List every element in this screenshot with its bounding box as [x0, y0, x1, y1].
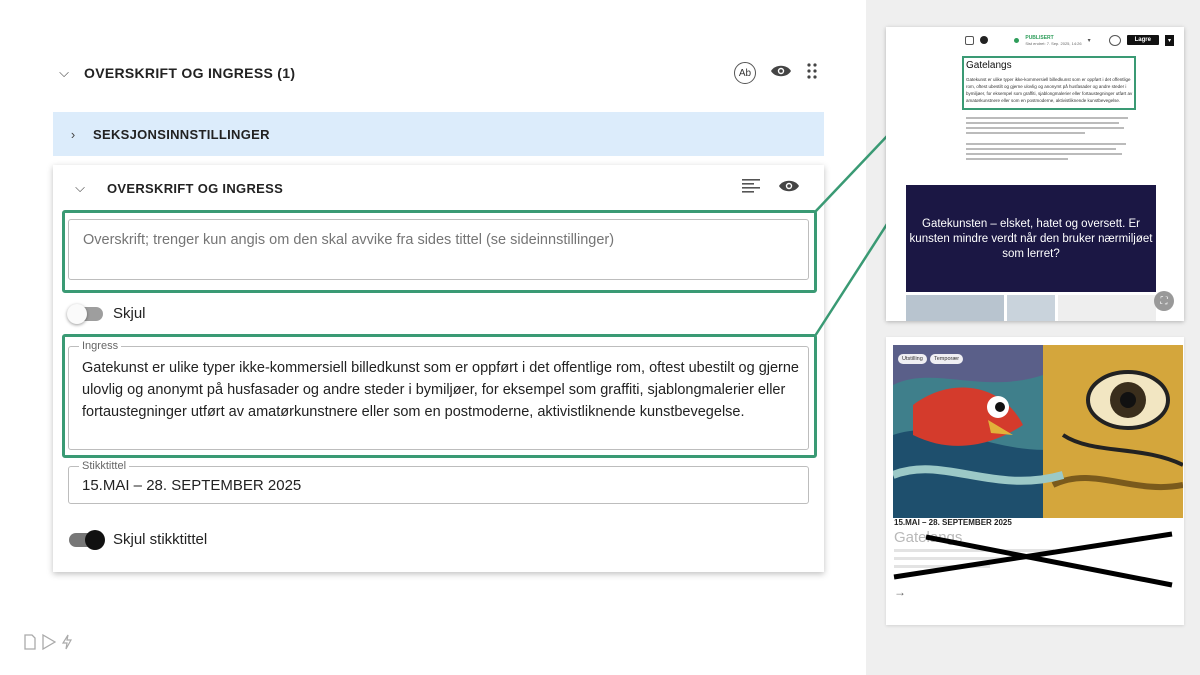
- settings-title: SEKSJONSINNSTILLINGER: [93, 126, 270, 142]
- stikktittel-label: Stikktittel: [79, 460, 130, 472]
- hide-heading-toggle-row[interactable]: Skjul: [67, 303, 146, 324]
- save-dropdown-icon[interactable]: ▾: [1164, 34, 1174, 46]
- hide-stikktittel-toggle-row[interactable]: Skjul stikktittel: [69, 529, 208, 550]
- ingress-textarea[interactable]: Ingress Gatekunst er ulike typer ikke-ko…: [68, 340, 809, 450]
- eye-icon[interactable]: [778, 179, 800, 198]
- status-dot-icon: [1014, 37, 1020, 43]
- preview-banner: Gatekunsten – elsket, hatet og oversett.…: [906, 185, 1156, 292]
- bottom-toolbar: [24, 633, 73, 655]
- preview-card: Utstilling Temporær 15.MAI – 28. SEPTEMB…: [886, 337, 1184, 625]
- hide-stikktittel-label: Skjul stikktittel: [113, 531, 208, 548]
- chevron-down-icon[interactable]: ⌵: [52, 65, 76, 81]
- preview-body-lines: [966, 117, 1136, 163]
- preview-page-title: Gatelangs: [966, 60, 1012, 71]
- stikktittel-value: 15.MAI – 28. SEPTEMBER 2025: [82, 477, 302, 494]
- heading-input[interactable]: Overskrift; trenger kun angis om den ska…: [68, 219, 809, 280]
- save-button[interactable]: Lagre: [1126, 35, 1159, 45]
- ingress-label: Ingress: [79, 340, 122, 352]
- align-left-icon[interactable]: [742, 178, 760, 199]
- hide-heading-toggle[interactable]: [67, 303, 103, 324]
- ingress-text: Gatekunst er ulike typer ikke-kommersiel…: [82, 360, 799, 420]
- page-preview-thumbnail: PUBLISERT Sist endret: 7. Sep. 2025, 14:…: [886, 27, 1184, 321]
- expand-icon[interactable]: ⛶: [1154, 291, 1174, 311]
- cross-out-mark: [893, 531, 1173, 588]
- lightning-icon[interactable]: [61, 634, 73, 655]
- drag-handle-icon[interactable]: [806, 62, 818, 84]
- card-header[interactable]: ⌵ OVERSKRIFT OG INGRESS: [53, 175, 824, 201]
- chevron-right-icon[interactable]: ›: [53, 127, 93, 142]
- heading-ingress-card: ⌵ OVERSKRIFT OG INGRESS Overskrift; tren…: [53, 165, 824, 572]
- preview-toolbar: PUBLISERT Sist endret: 7. Sep. 2025, 14:…: [886, 27, 1184, 53]
- preview-intro: Gatekunst er ulike typer ikke-kommersiel…: [966, 77, 1133, 103]
- hide-heading-label: Skjul: [113, 305, 146, 322]
- file-icon[interactable]: [24, 634, 36, 655]
- dropdown-caret-icon[interactable]: ▾: [1088, 37, 1091, 44]
- section-title: OVERSKRIFT OG INGRESS (1): [84, 65, 296, 81]
- card-title: OVERSKRIFT OG INGRESS: [107, 180, 284, 196]
- chevron-down-icon[interactable]: ⌵: [53, 180, 107, 196]
- heading-placeholder: Overskrift; trenger kun angis om den ska…: [83, 232, 615, 248]
- user-icon[interactable]: [980, 36, 989, 44]
- section-header[interactable]: ⌵ OVERSKRIFT OG INGRESS (1) Ab: [52, 56, 824, 90]
- section-settings-bar[interactable]: › SEKSJONSINNSTILLINGER: [53, 112, 824, 156]
- hide-stikktittel-toggle[interactable]: [69, 529, 105, 550]
- ab-icon[interactable]: Ab: [734, 62, 756, 84]
- preview-icon[interactable]: [1108, 34, 1121, 46]
- publish-status-detail: Sist endret: 7. Sep. 2025, 14:26: [1025, 40, 1082, 46]
- play-icon[interactable]: [42, 633, 57, 655]
- file-icon[interactable]: [965, 35, 975, 45]
- preview-image-strip: [906, 295, 1156, 321]
- stikktittel-input[interactable]: Stikktittel 15.MAI – 28. SEPTEMBER 2025: [68, 460, 809, 504]
- eye-icon[interactable]: [770, 64, 792, 83]
